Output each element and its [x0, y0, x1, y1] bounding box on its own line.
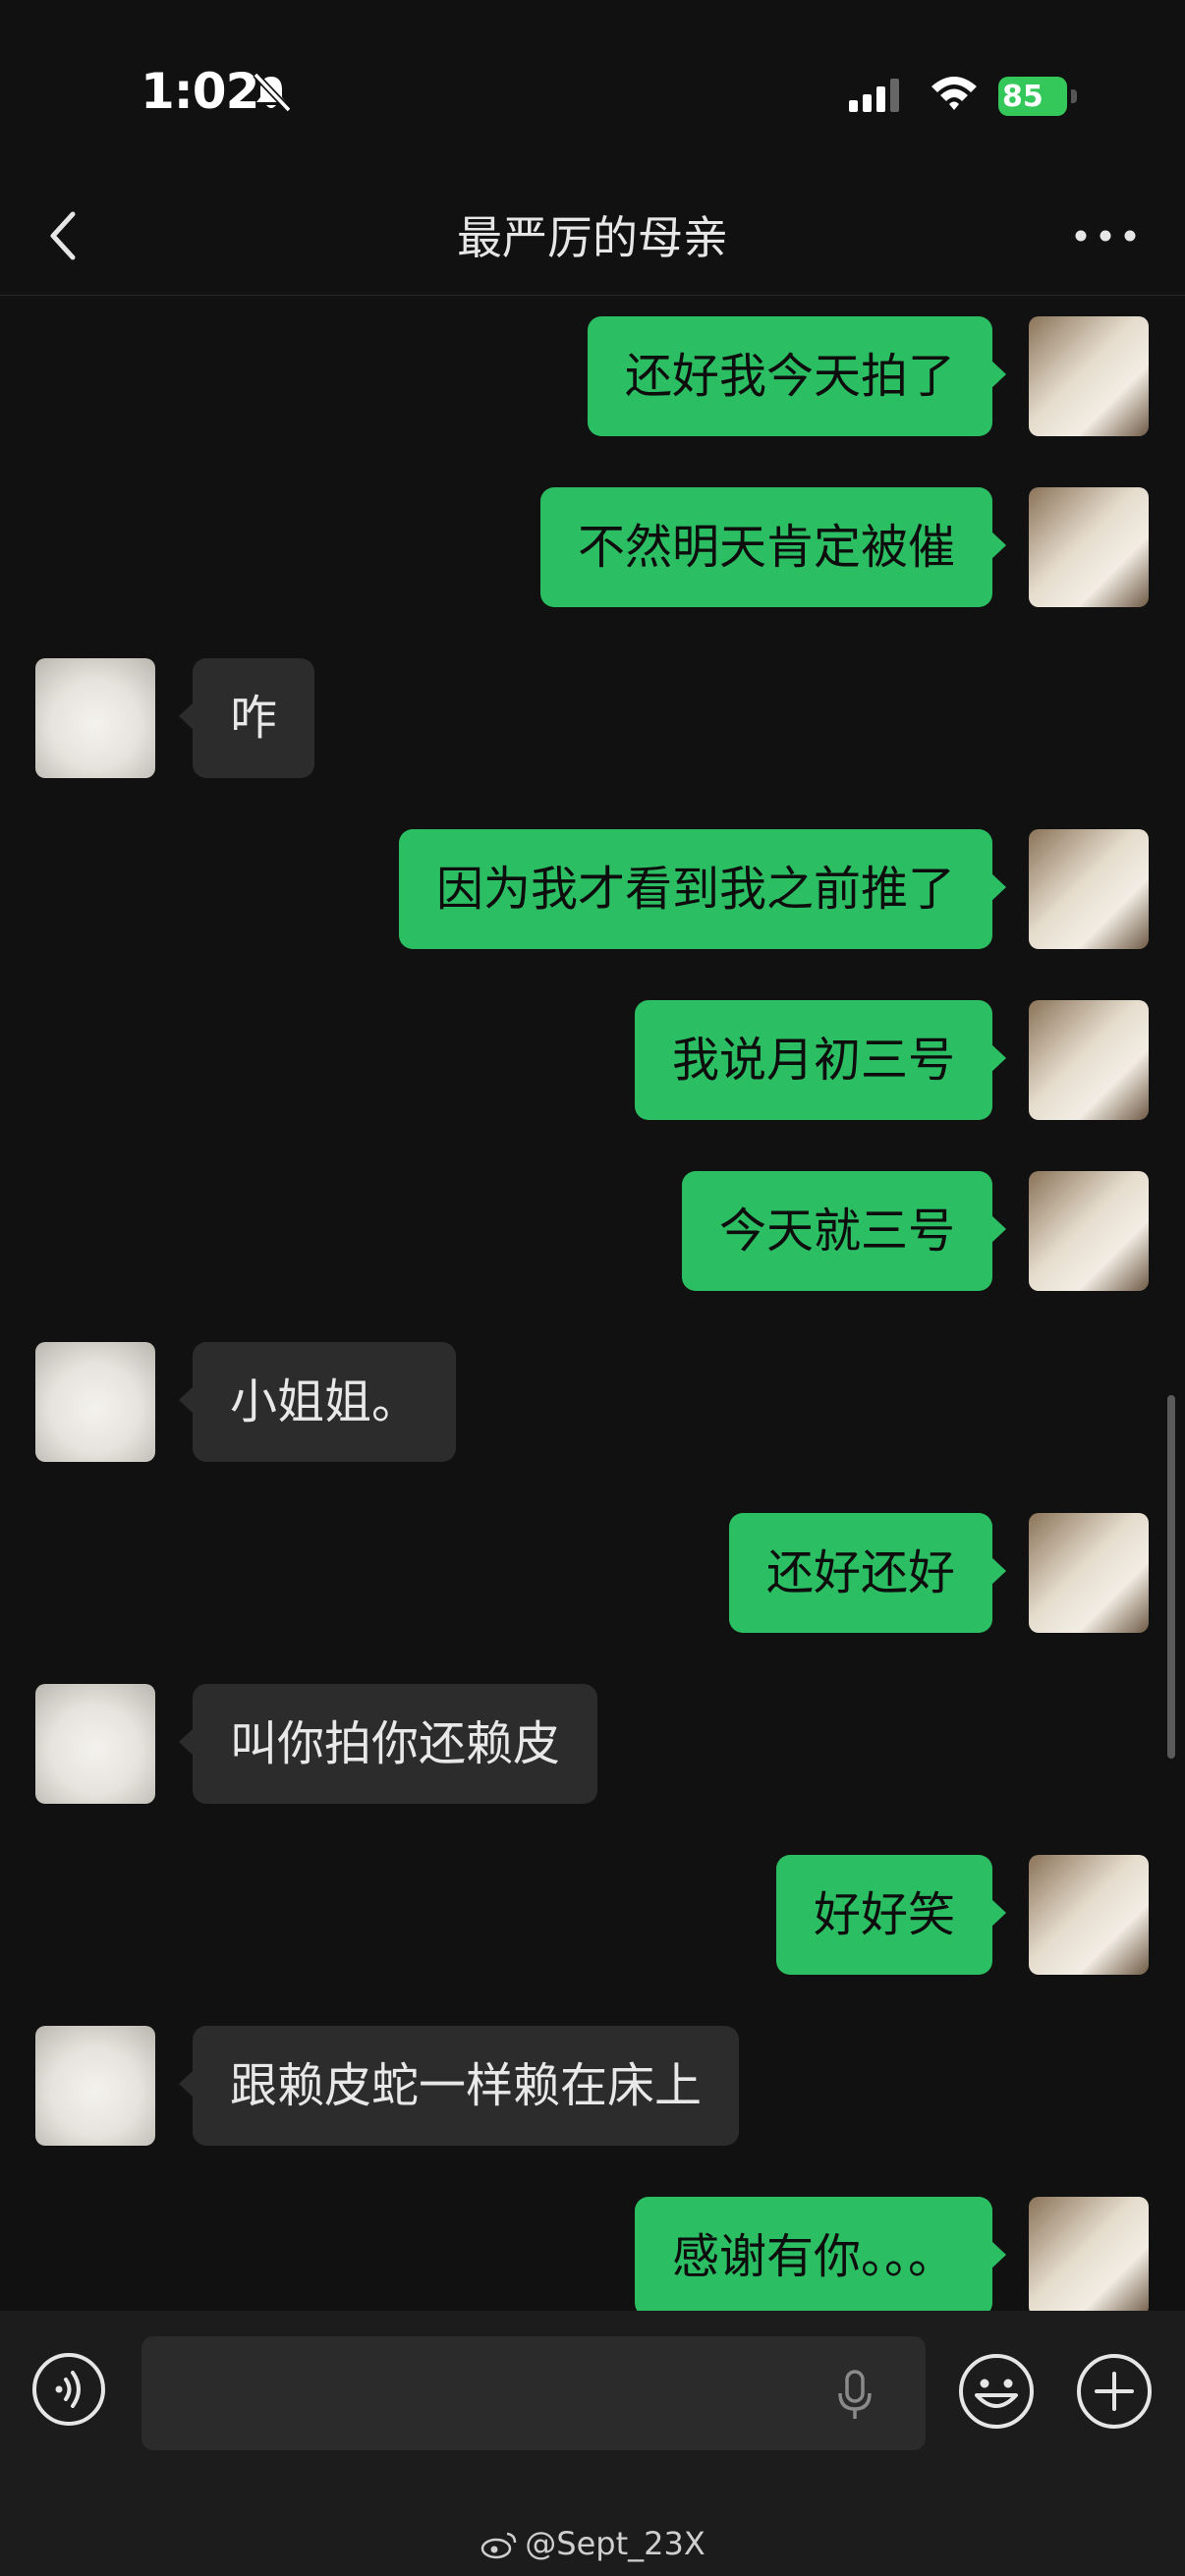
message-row-sent: 好好笑: [0, 1855, 1185, 1977]
contact-avatar[interactable]: [35, 1342, 155, 1462]
message-row-sent: 感谢有你。。。: [0, 2197, 1185, 2311]
message-row-received: 叫你拍你还赖皮: [0, 1684, 1185, 1806]
bell-slash-icon: [253, 72, 292, 113]
contact-avatar[interactable]: [35, 2026, 155, 2146]
status-bar: 1:02 85: [0, 0, 1185, 177]
battery-level: 85: [1002, 80, 1044, 114]
watermark-text: @Sept_23X: [525, 2525, 705, 2562]
message-bubble[interactable]: 还好还好: [728, 1513, 1007, 1633]
message-bubble[interactable]: 好好笑: [775, 1855, 1007, 1975]
message-row-received: 咋: [0, 658, 1185, 780]
my-avatar[interactable]: [1029, 316, 1149, 436]
my-avatar[interactable]: [1029, 1513, 1149, 1633]
watermark: @Sept_23X: [0, 2525, 1185, 2562]
message-row-sent: 还好还好: [0, 1513, 1185, 1635]
input-bar: @Sept_23X: [0, 2311, 1185, 2576]
message-input[interactable]: [141, 2336, 926, 2450]
message-list[interactable]: 还好我今天拍了 不然明天肯定被催 咋 因为我才看到我之前推了 我说月初三号 今天…: [0, 295, 1185, 2311]
wifi-icon: [931, 77, 977, 110]
microphone-icon[interactable]: [835, 2368, 875, 2423]
my-avatar[interactable]: [1029, 487, 1149, 607]
message-bubble[interactable]: 因为我才看到我之前推了: [398, 829, 1007, 949]
voice-icon[interactable]: [31, 2352, 106, 2427]
chat-title: 最严厉的母亲: [457, 211, 728, 264]
message-bubble[interactable]: 感谢有你。。。: [634, 2197, 1007, 2311]
my-avatar[interactable]: [1029, 829, 1149, 949]
message-bubble[interactable]: 还好我今天拍了: [587, 316, 1007, 436]
message-bubble[interactable]: 今天就三号: [681, 1171, 1007, 1291]
message-bubble[interactable]: 我说月初三号: [634, 1000, 1007, 1120]
message-row-sent: 不然明天肯定被催: [0, 487, 1185, 609]
message-bubble[interactable]: 叫你拍你还赖皮: [178, 1684, 598, 1804]
message-row-sent: 我说月初三号: [0, 1000, 1185, 1122]
message-row-sent: 今天就三号: [0, 1171, 1185, 1293]
message-row-received: 跟赖皮蛇一样赖在床上: [0, 2026, 1185, 2148]
my-avatar[interactable]: [1029, 2197, 1149, 2311]
my-avatar[interactable]: [1029, 1855, 1149, 1975]
status-time: 1:02: [141, 63, 259, 120]
battery-charging-icon: 85: [998, 77, 1079, 116]
message-row-received: 小姐姐。: [0, 1342, 1185, 1464]
message-row-sent: 因为我才看到我之前推了: [0, 829, 1185, 951]
plus-icon[interactable]: [1075, 2352, 1154, 2431]
my-avatar[interactable]: [1029, 1171, 1149, 1291]
message-bubble[interactable]: 不然明天肯定被催: [539, 487, 1007, 607]
chat-header: 最严厉的母亲: [0, 177, 1185, 296]
emoji-icon[interactable]: [957, 2352, 1036, 2431]
message-bubble[interactable]: 跟赖皮蛇一样赖在床上: [178, 2026, 740, 2146]
weibo-icon: [481, 2532, 517, 2559]
more-dots-icon[interactable]: [1071, 216, 1140, 255]
message-bubble[interactable]: 咋: [178, 658, 315, 778]
scrollbar[interactable]: [1167, 1395, 1175, 1759]
message-bubble[interactable]: 小姐姐。: [178, 1342, 457, 1462]
my-avatar[interactable]: [1029, 1000, 1149, 1120]
contact-avatar[interactable]: [35, 1684, 155, 1804]
cellular-signal-icon: [849, 79, 899, 112]
message-row-sent: 还好我今天拍了: [0, 316, 1185, 438]
contact-avatar[interactable]: [35, 658, 155, 778]
